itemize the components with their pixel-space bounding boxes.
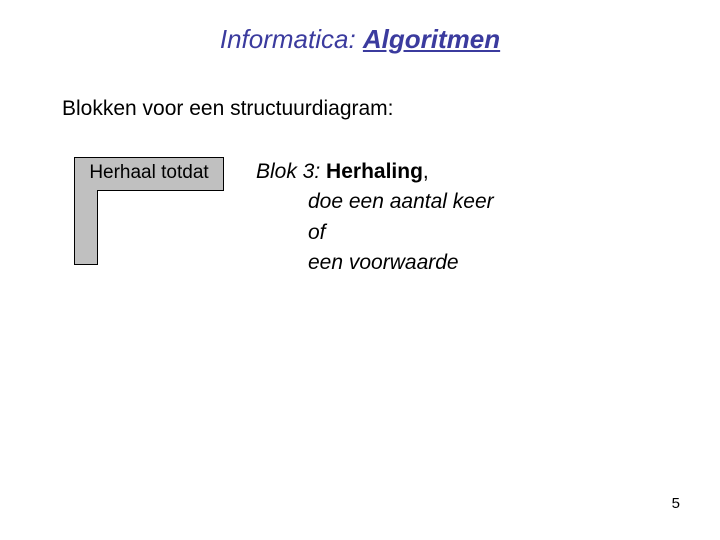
block-description: Blok 3: Herhaling, doe een aantal keer o… <box>256 157 494 279</box>
diagram-inner-box <box>97 190 224 265</box>
repeat-block-diagram: Herhaal totdat <box>74 157 224 265</box>
desc-line-2: of <box>256 218 494 248</box>
title-prefix: Informatica: <box>220 24 363 54</box>
desc-heading-prefix: Blok 3: <box>256 160 326 183</box>
diagram-label: Herhaal totdat <box>75 162 223 184</box>
desc-line-3: een voorwaarde <box>256 248 494 278</box>
page-number: 5 <box>672 495 680 512</box>
desc-line-1: doe een aantal keer <box>256 187 494 217</box>
slide-title: Informatica: Algoritmen <box>0 0 720 55</box>
desc-heading-suffix: , <box>423 160 429 183</box>
subtitle-text: Blokken voor een structuurdiagram: <box>0 97 720 121</box>
title-main: Algoritmen <box>363 24 500 54</box>
content-row: Herhaal totdat Blok 3: Herhaling, doe ee… <box>0 157 720 279</box>
desc-heading-main: Herhaling <box>326 160 423 183</box>
desc-heading: Blok 3: Herhaling, <box>256 157 494 187</box>
